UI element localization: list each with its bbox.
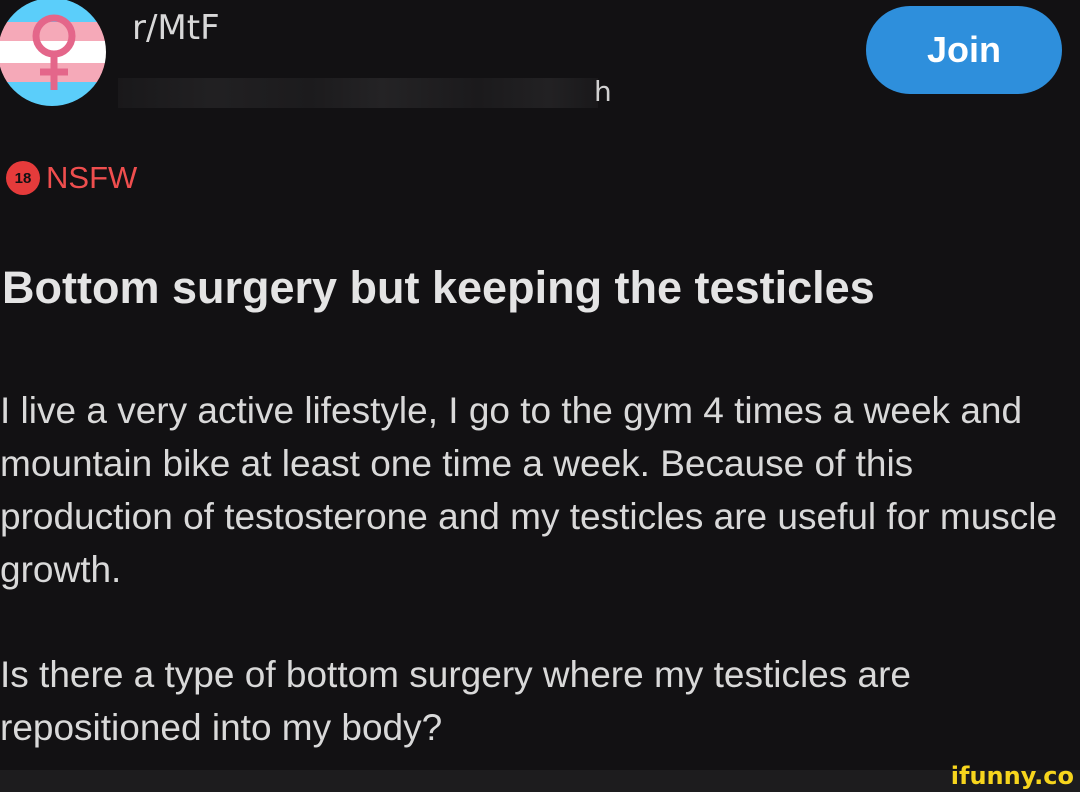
pixelated-username (118, 78, 598, 108)
ifunny-watermark: ifunny.co (950, 762, 1074, 790)
post-header: r/MtF h Join (0, 0, 1080, 120)
female-symbol-icon (32, 14, 76, 90)
bottom-strip (0, 770, 1080, 792)
subreddit-avatar[interactable] (0, 0, 106, 106)
nsfw-label: NSFW (46, 160, 138, 195)
subreddit-name[interactable]: r/MtF (132, 8, 220, 48)
username-fragment: h (594, 75, 612, 108)
post-title[interactable]: Bottom surgery but keeping the testicles (2, 256, 1080, 320)
post-paragraph: I live a very active lifestyle, I go to … (0, 390, 1058, 590)
username-redacted: h (118, 74, 618, 112)
post-paragraph: Is there a type of bottom surgery where … (0, 654, 911, 748)
age-18-icon: 18 (6, 161, 40, 195)
nsfw-badge: 18 NSFW (6, 160, 137, 196)
join-button[interactable]: Join (866, 6, 1062, 94)
post-body: I live a very active lifestyle, I go to … (0, 384, 1078, 754)
